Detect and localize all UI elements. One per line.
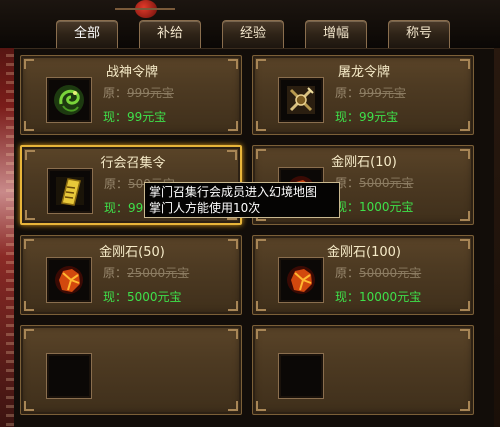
item-slot[interactable] — [47, 78, 91, 122]
shop-item-card[interactable]: 金刚石(100) 原：50000元宝 现：10000元宝 — [252, 235, 474, 315]
tab-amplify[interactable]: 增幅 — [305, 20, 367, 48]
empty-shop-card — [252, 325, 474, 415]
tab-experience[interactable]: 经验 — [222, 20, 284, 48]
item-slot[interactable] — [279, 78, 323, 122]
original-price: 原：5000元宝 — [335, 176, 414, 190]
original-price: 原：50000元宝 — [335, 266, 422, 280]
shop-item-card[interactable]: 屠龙令牌 原：999元宝 现：99元宝 — [252, 55, 474, 135]
item-slot[interactable] — [47, 258, 91, 302]
current-price: 现：1000元宝 — [335, 200, 414, 214]
shop-item-card[interactable]: 战神令牌 原：999元宝 现：99元宝 — [20, 55, 242, 135]
item-slot[interactable] — [48, 169, 92, 213]
item-slot[interactable] — [279, 258, 323, 302]
original-price: 原：25000元宝 — [103, 266, 190, 280]
current-price: 现：99元宝 — [335, 110, 399, 124]
tooltip-line: 掌门人方能使用10次 — [149, 201, 261, 215]
shop-panel: 战神令牌 原：999元宝 现：99元宝 屠龙令牌 原：999元宝 现：99元宝 — [14, 48, 494, 427]
empty-shop-card — [20, 325, 242, 415]
tab-supply[interactable]: 补给 — [139, 20, 201, 48]
empty-item-slot[interactable] — [47, 354, 91, 398]
tab-all[interactable]: 全部 — [56, 20, 118, 48]
shop-item-card[interactable]: 金刚石(50) 原：25000元宝 现：5000元宝 — [20, 235, 242, 315]
tab-bar: 全部 补给 经验 增幅 称号 — [0, 0, 500, 48]
tab-title[interactable]: 称号 — [388, 20, 450, 48]
empty-item-slot[interactable] — [279, 354, 323, 398]
summon-scroll-icon — [56, 177, 84, 206]
crossed-blades-token-icon — [287, 86, 315, 114]
diamond-ore-icon — [55, 266, 83, 294]
lantern-ornament-icon — [115, 0, 175, 20]
item-tooltip: 掌门召集行会成员进入幻境地图 掌门人方能使用10次 — [144, 182, 340, 218]
original-price: 原：999元宝 — [103, 86, 174, 100]
original-price: 原：999元宝 — [335, 86, 406, 100]
current-price: 现：99元宝 — [103, 110, 167, 124]
diamond-ore-icon — [287, 266, 315, 294]
tooltip-line: 掌门召集行会成员进入幻境地图 — [149, 185, 318, 199]
dragon-token-icon — [54, 85, 84, 115]
current-price: 现：5000元宝 — [103, 290, 182, 304]
current-price: 现：10000元宝 — [335, 290, 422, 304]
